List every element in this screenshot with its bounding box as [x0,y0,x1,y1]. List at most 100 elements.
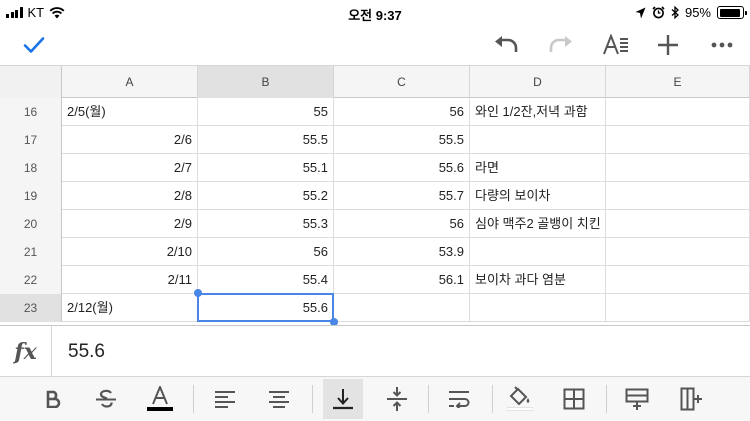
cell-d18[interactable]: 라면 [470,154,606,182]
cell-d23[interactable] [470,294,606,322]
cell-c16[interactable]: 56 [334,98,470,126]
valign-bottom-icon [333,389,353,410]
separator [492,385,493,413]
align-center-button[interactable] [259,379,299,419]
cell-e18[interactable] [606,154,750,182]
cell-c22[interactable]: 56.1 [334,266,470,294]
separator [312,385,313,413]
selection-handle-end[interactable] [330,318,338,325]
cell-a19[interactable]: 2/8 [62,182,198,210]
cell-e23[interactable] [606,294,750,322]
alarm-icon [652,6,665,19]
table-row: 18 2/7 55.1 55.6 라면 [0,154,750,182]
text-format-button[interactable] [600,29,632,61]
fill-color-button[interactable] [500,379,540,419]
cell-e21[interactable] [606,238,750,266]
strikethrough-icon [96,389,116,408]
table-row: 17 2/6 55.5 55.5 [0,126,750,154]
cell-b22[interactable]: 55.4 [198,266,334,294]
table-row: 23 2/12(월) 55.6 [0,294,750,322]
more-button[interactable] [706,29,738,61]
cell-e19[interactable] [606,182,750,210]
cell-e22[interactable] [606,266,750,294]
status-right: 95% [635,5,747,20]
column-header-e[interactable]: E [606,66,750,98]
column-header-b[interactable]: B [198,66,334,98]
cell-c18[interactable]: 55.6 [334,154,470,182]
location-icon [635,7,646,18]
insert-row-button[interactable] [617,379,657,419]
undo-button[interactable] [490,29,522,61]
column-header-a[interactable]: A [62,66,198,98]
column-header-c[interactable]: C [334,66,470,98]
wrap-text-icon [449,391,470,408]
plus-icon [658,35,678,55]
column-header-d[interactable]: D [470,66,606,98]
text-color-button[interactable] [140,379,180,419]
cell-b23[interactable]: 55.6 [198,294,334,322]
row-header[interactable]: 19 [0,182,62,210]
selection-handle-start[interactable] [194,289,202,297]
borders-button[interactable] [554,379,594,419]
cell-a17[interactable]: 2/6 [62,126,198,154]
redo-button[interactable] [545,29,577,61]
cell-e17[interactable] [606,126,750,154]
bold-icon [46,390,61,408]
cell-a22[interactable]: 2/11 [62,266,198,294]
cell-d21[interactable] [470,238,606,266]
row-header[interactable]: 18 [0,154,62,182]
bold-button[interactable] [33,379,73,419]
insert-button[interactable] [652,29,684,61]
row-header[interactable]: 22 [0,266,62,294]
row-header[interactable]: 20 [0,210,62,238]
table-row: 16 2/5(월) 55 56 와인 1/2잔,저녁 과함 [0,98,750,126]
cell-b17[interactable]: 55.5 [198,126,334,154]
formula-input[interactable]: 55.6 [68,326,105,377]
cell-a18[interactable]: 2/7 [62,154,198,182]
column-header-row: ABCDE [0,66,750,98]
cell-b16[interactable]: 55 [198,98,334,126]
separator [428,385,429,413]
cell-d19[interactable]: 다량의 보이차 [470,182,606,210]
cell-c21[interactable]: 53.9 [334,238,470,266]
cell-d22[interactable]: 보이차 과다 염분 [470,266,606,294]
align-left-button[interactable] [205,379,245,419]
cell-b19[interactable]: 55.2 [198,182,334,210]
cell-e16[interactable] [606,98,750,126]
cell-b20[interactable]: 55.3 [198,210,334,238]
battery-fill [719,8,741,17]
insert-column-icon [680,387,702,411]
row-header[interactable]: 16 [0,98,62,126]
borders-icon [563,388,585,410]
align-left-icon [215,391,235,408]
cell-c23[interactable] [334,294,470,322]
cell-a21[interactable]: 2/10 [62,238,198,266]
cell-b18[interactable]: 55.1 [198,154,334,182]
strikethrough-button[interactable] [86,379,126,419]
cell-a16[interactable]: 2/5(월) [62,98,198,126]
cell-c19[interactable]: 55.7 [334,182,470,210]
select-all-corner[interactable] [0,66,62,98]
row-header[interactable]: 23 [0,294,62,322]
row-header[interactable]: 21 [0,238,62,266]
cell-c17[interactable]: 55.5 [334,126,470,154]
spreadsheet-grid: ABCDE 16 2/5(월) 55 56 와인 1/2잔,저녁 과함 17 2/6 55.5… [0,65,750,325]
cell-c20[interactable]: 56 [334,210,470,238]
battery-icon [717,6,747,19]
cell-d17[interactable] [470,126,606,154]
redo-icon [549,36,572,52]
table-row: 20 2/9 55.3 56 심야 맥주2 골뱅이 치킨 [0,210,750,238]
row-header[interactable]: 17 [0,126,62,154]
valign-bottom-button[interactable] [323,379,363,419]
wrap-text-button[interactable] [440,379,480,419]
cell-b21[interactable]: 56 [198,238,334,266]
insert-column-button[interactable] [672,379,712,419]
cell-e20[interactable] [606,210,750,238]
confirm-button[interactable] [18,29,50,61]
cell-a23[interactable]: 2/12(월) [62,294,198,322]
editor-toolbar [0,26,750,65]
cell-d20[interactable]: 심야 맥주2 골뱅이 치킨 [470,210,606,238]
valign-middle-button[interactable] [377,379,417,419]
cell-a20[interactable]: 2/9 [62,210,198,238]
cell-d16[interactable]: 와인 1/2잔,저녁 과함 [470,98,606,126]
